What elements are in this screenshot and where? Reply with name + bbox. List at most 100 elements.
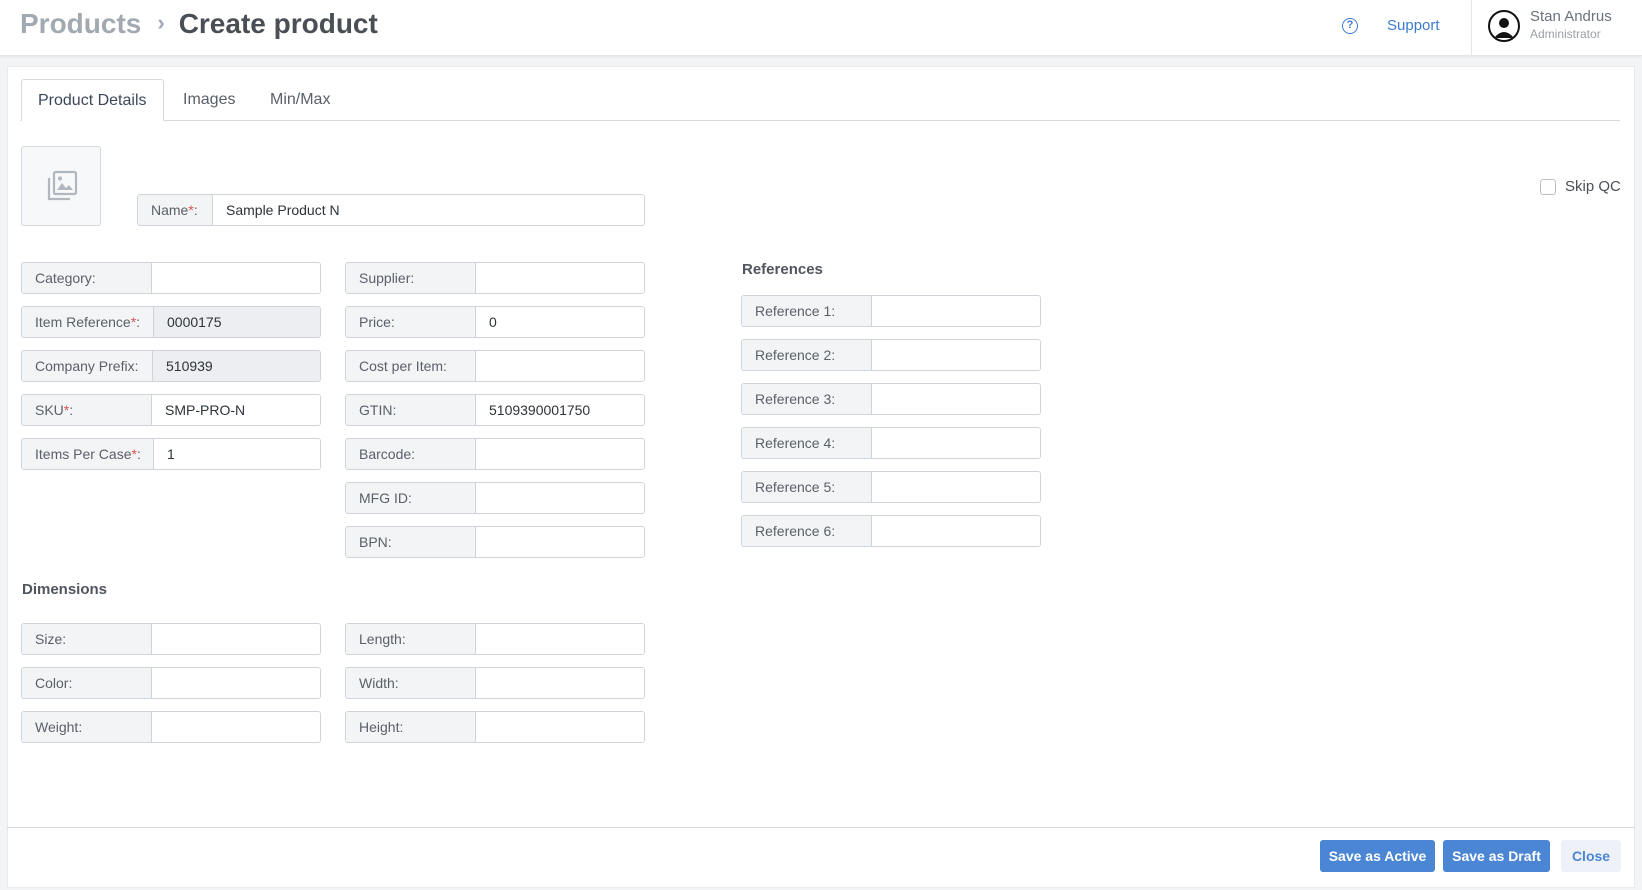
barcode-field: Barcode: [345, 438, 645, 470]
company-prefix-field: Company Prefix: [21, 350, 321, 382]
reference-3-field: Reference 3: [741, 383, 1041, 415]
name-field: Name*: [137, 194, 645, 226]
height-label: Height: [346, 712, 476, 742]
color-input[interactable] [152, 668, 320, 698]
reference-3-label: Reference 3: [742, 384, 872, 414]
save-as-active-button[interactable]: Save as Active [1320, 840, 1435, 872]
skip-qc-checkbox[interactable]: Skip QC [1540, 178, 1621, 195]
price-field: Price: [345, 306, 645, 338]
breadcrumb: Products › Create product [20, 8, 378, 40]
cost-per-item-label: Cost per Item: [346, 351, 476, 381]
image-placeholder-icon [47, 170, 78, 201]
company-prefix-label: Company Prefix: [22, 351, 153, 381]
width-input[interactable] [476, 668, 644, 698]
weight-input[interactable] [152, 712, 320, 742]
reference-6-label: Reference 6: [742, 516, 872, 546]
items-per-case-label: Items Per Case*: [22, 439, 154, 469]
length-field: Length: [345, 623, 645, 655]
bpn-field: BPN: [345, 526, 645, 558]
cost-per-item-field: Cost per Item: [345, 350, 645, 382]
name-label: Name*: [138, 195, 213, 225]
items-per-case-field: Items Per Case*: [21, 438, 321, 470]
tabs-divider [20, 120, 1620, 121]
page-title: Create product [178, 8, 378, 39]
price-label: Price: [346, 307, 476, 337]
user-name: Stan Andrus [1530, 8, 1612, 25]
references-heading: References [742, 261, 823, 278]
help-circle-icon[interactable]: ? [1342, 18, 1358, 34]
barcode-input[interactable] [476, 439, 644, 469]
reference-2-field: Reference 2: [741, 339, 1041, 371]
weight-field: Weight: [21, 711, 321, 743]
reference-5-label: Reference 5: [742, 472, 872, 502]
reference-6-input[interactable] [872, 516, 1040, 546]
reference-4-input[interactable] [872, 428, 1040, 458]
width-label: Width: [346, 668, 476, 698]
category-input[interactable] [152, 263, 320, 293]
reference-5-input[interactable] [872, 472, 1040, 502]
reference-1-field: Reference 1: [741, 295, 1041, 327]
reference-5-field: Reference 5: [741, 471, 1041, 503]
gtin-field: GTIN: [345, 394, 645, 426]
item-reference-input[interactable] [154, 307, 320, 337]
product-image-upload[interactable] [21, 146, 101, 226]
save-as-draft-button[interactable]: Save as Draft [1443, 840, 1550, 872]
supplier-label: Supplier: [346, 263, 476, 293]
mfg-id-field: MFG ID: [345, 482, 645, 514]
user-role: Administrator [1530, 27, 1601, 41]
supplier-input[interactable] [476, 263, 644, 293]
reference-1-label: Reference 1: [742, 296, 872, 326]
dimensions-heading: Dimensions [22, 581, 108, 598]
reference-6-field: Reference 6: [741, 515, 1041, 547]
reference-4-field: Reference 4: [741, 427, 1041, 459]
checkbox-icon[interactable] [1540, 178, 1556, 195]
reference-2-label: Reference 2: [742, 340, 872, 370]
reference-3-input[interactable] [872, 384, 1040, 414]
footer-divider [7, 827, 1635, 828]
breadcrumb-chevron-icon: › [157, 10, 165, 35]
price-input[interactable] [476, 307, 644, 337]
avatar[interactable] [1488, 10, 1520, 42]
mfg-id-label: MFG ID: [346, 483, 476, 513]
skip-qc-label: Skip QC [1565, 178, 1621, 195]
length-input[interactable] [476, 624, 644, 654]
sku-input[interactable] [152, 395, 320, 425]
items-per-case-input[interactable] [154, 439, 320, 469]
item-reference-field: Item Reference*: [21, 306, 321, 338]
user-avatar-icon [1494, 18, 1514, 38]
weight-label: Weight: [22, 712, 152, 742]
company-prefix-input[interactable] [153, 351, 320, 381]
mfg-id-input[interactable] [476, 483, 644, 513]
height-input[interactable] [476, 712, 644, 742]
height-field: Height: [345, 711, 645, 743]
gtin-input[interactable] [476, 395, 644, 425]
category-field: Category: [21, 262, 321, 294]
size-label: Size: [22, 624, 152, 654]
user-divider [1471, 0, 1472, 56]
sku-field: SKU*: [21, 394, 321, 426]
tab-product-details[interactable]: Product Details [21, 79, 164, 121]
reference-1-input[interactable] [872, 296, 1040, 326]
color-label: Color: [22, 668, 152, 698]
support-link[interactable]: Support [1387, 17, 1440, 34]
close-button[interactable]: Close [1561, 840, 1621, 872]
tab-images[interactable]: Images [183, 79, 235, 121]
reference-2-input[interactable] [872, 340, 1040, 370]
sku-label: SKU*: [22, 395, 152, 425]
top-bar: Products › Create product ? Support Stan A… [0, 0, 1642, 56]
name-input[interactable] [213, 195, 644, 225]
item-reference-label: Item Reference*: [22, 307, 154, 337]
tab-min-max[interactable]: Min/Max [270, 79, 330, 121]
size-input[interactable] [152, 624, 320, 654]
bpn-input[interactable] [476, 527, 644, 557]
gtin-label: GTIN: [346, 395, 476, 425]
length-label: Length: [346, 624, 476, 654]
reference-4-label: Reference 4: [742, 428, 872, 458]
cost-per-item-input[interactable] [476, 351, 644, 381]
size-field: Size: [21, 623, 321, 655]
barcode-label: Barcode: [346, 439, 476, 469]
supplier-field: Supplier: [345, 262, 645, 294]
category-label: Category: [22, 263, 152, 293]
breadcrumb-products-link[interactable]: Products [20, 8, 141, 39]
bpn-label: BPN: [346, 527, 476, 557]
